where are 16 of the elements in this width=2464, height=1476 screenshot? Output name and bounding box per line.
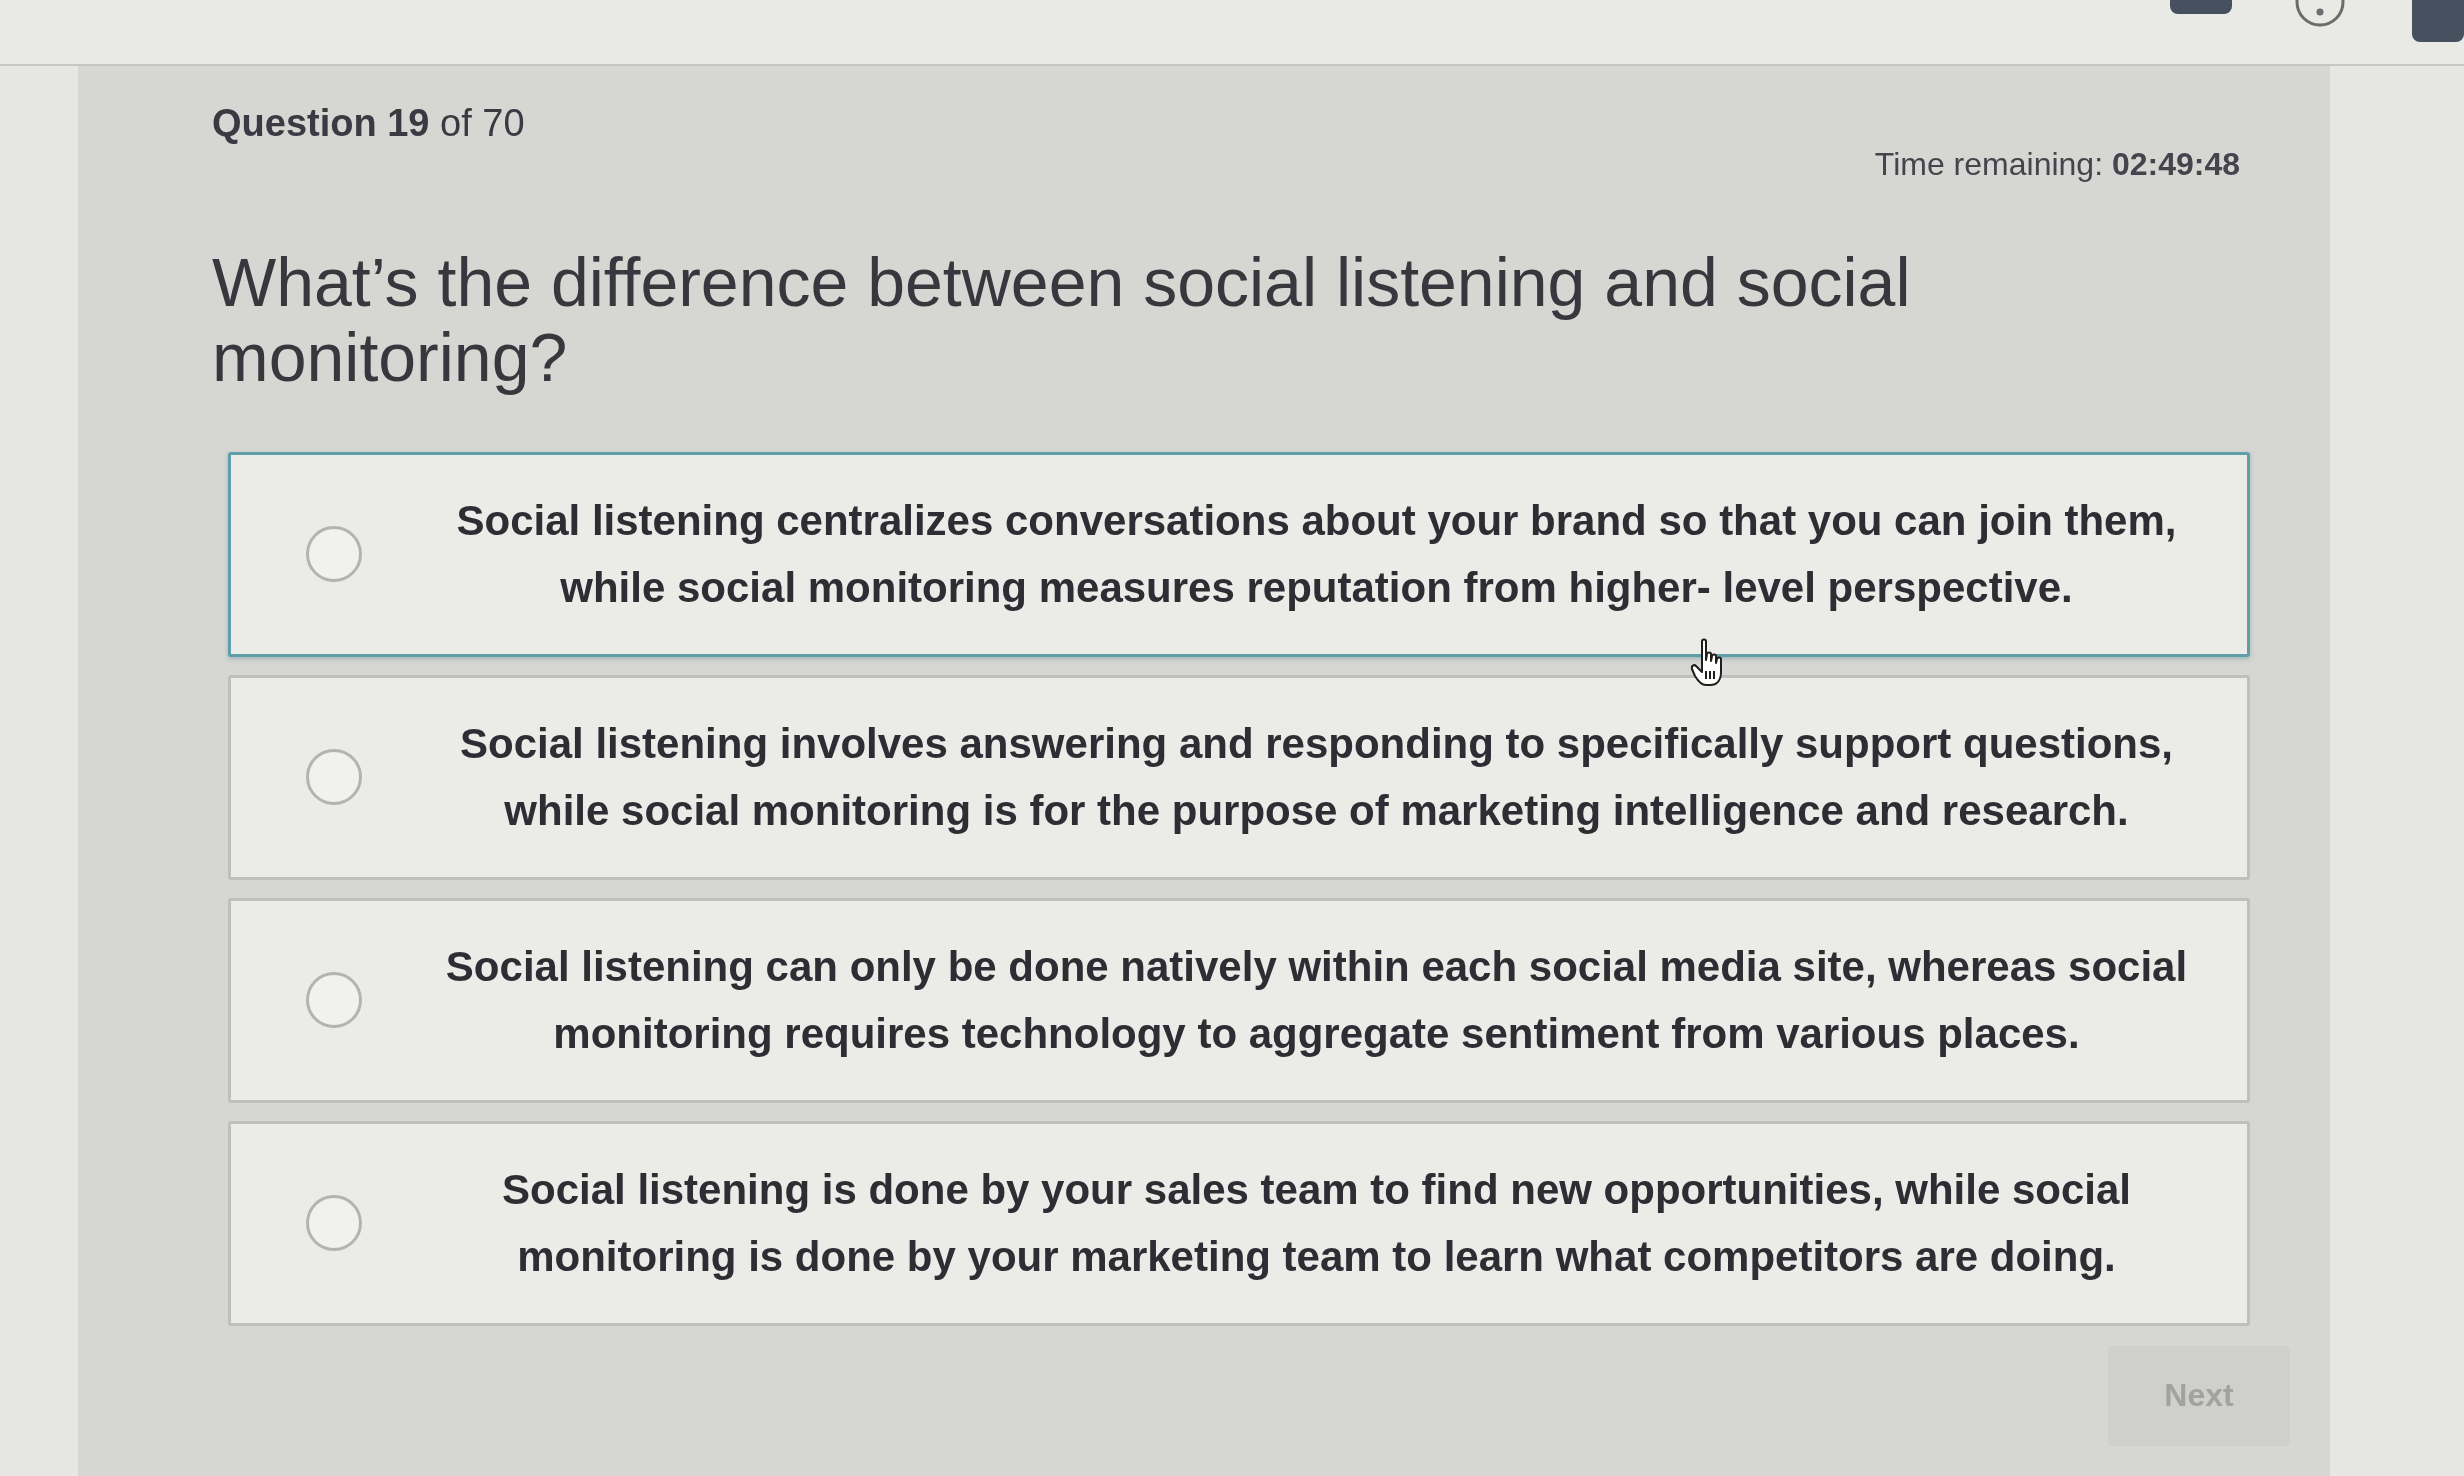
answer-option[interactable]: Social listening involves answering and responding to specifically support questions, while social monitoring is for the purpose of marketing intelligence and research. [228, 674, 2250, 880]
answer-text: Social listening can only be done natively within each social media site, whereas social monitoring requires technology to aggregate sentiment from various places. [444, 941, 2189, 1060]
question-text: What’s the difference between social listening and social monitoring? [212, 245, 1912, 395]
radio-button[interactable] [306, 972, 362, 1029]
answer-option[interactable]: Social listening can only be done natively within each social media site, whereas social monitoring requires technology to aggregate sentiment from various places. [228, 897, 2250, 1103]
answer-text: Social listening is done by your sales team to find new opportunities, while social monitoring is done by your marketing team to learn what competitors are doing. [501, 1164, 2132, 1283]
answer-option[interactable]: Social listening is done by your sales team to find new opportunities, while social monitoring is done by your marketing team to learn what competitors are doing. [228, 1120, 2250, 1326]
answer-option[interactable]: Social listening centralizes conversations about your brand so that you can join them, while social monitoring measures reputation from higher- level perspective. [228, 451, 2250, 657]
radio-button[interactable] [306, 1195, 362, 1252]
time-remaining: Time remaining: 02:49:48 [1874, 146, 2240, 183]
radio-button[interactable] [306, 526, 362, 583]
rounded-tile-icon[interactable] [2412, 0, 2464, 42]
question-counter: Question 19 of 70 [212, 102, 525, 145]
answer-text: Social listening involves answering and responding to specifically support questions, while social monitoring is for the purpose of marketing intelligence and research. [459, 718, 2174, 837]
rounded-tile-icon[interactable] [2170, 0, 2232, 14]
answer-text: Social listening centralizes conversations about your brand so that you can join them, while social monitoring measures reputation from higher- level perspective. [455, 495, 2178, 614]
